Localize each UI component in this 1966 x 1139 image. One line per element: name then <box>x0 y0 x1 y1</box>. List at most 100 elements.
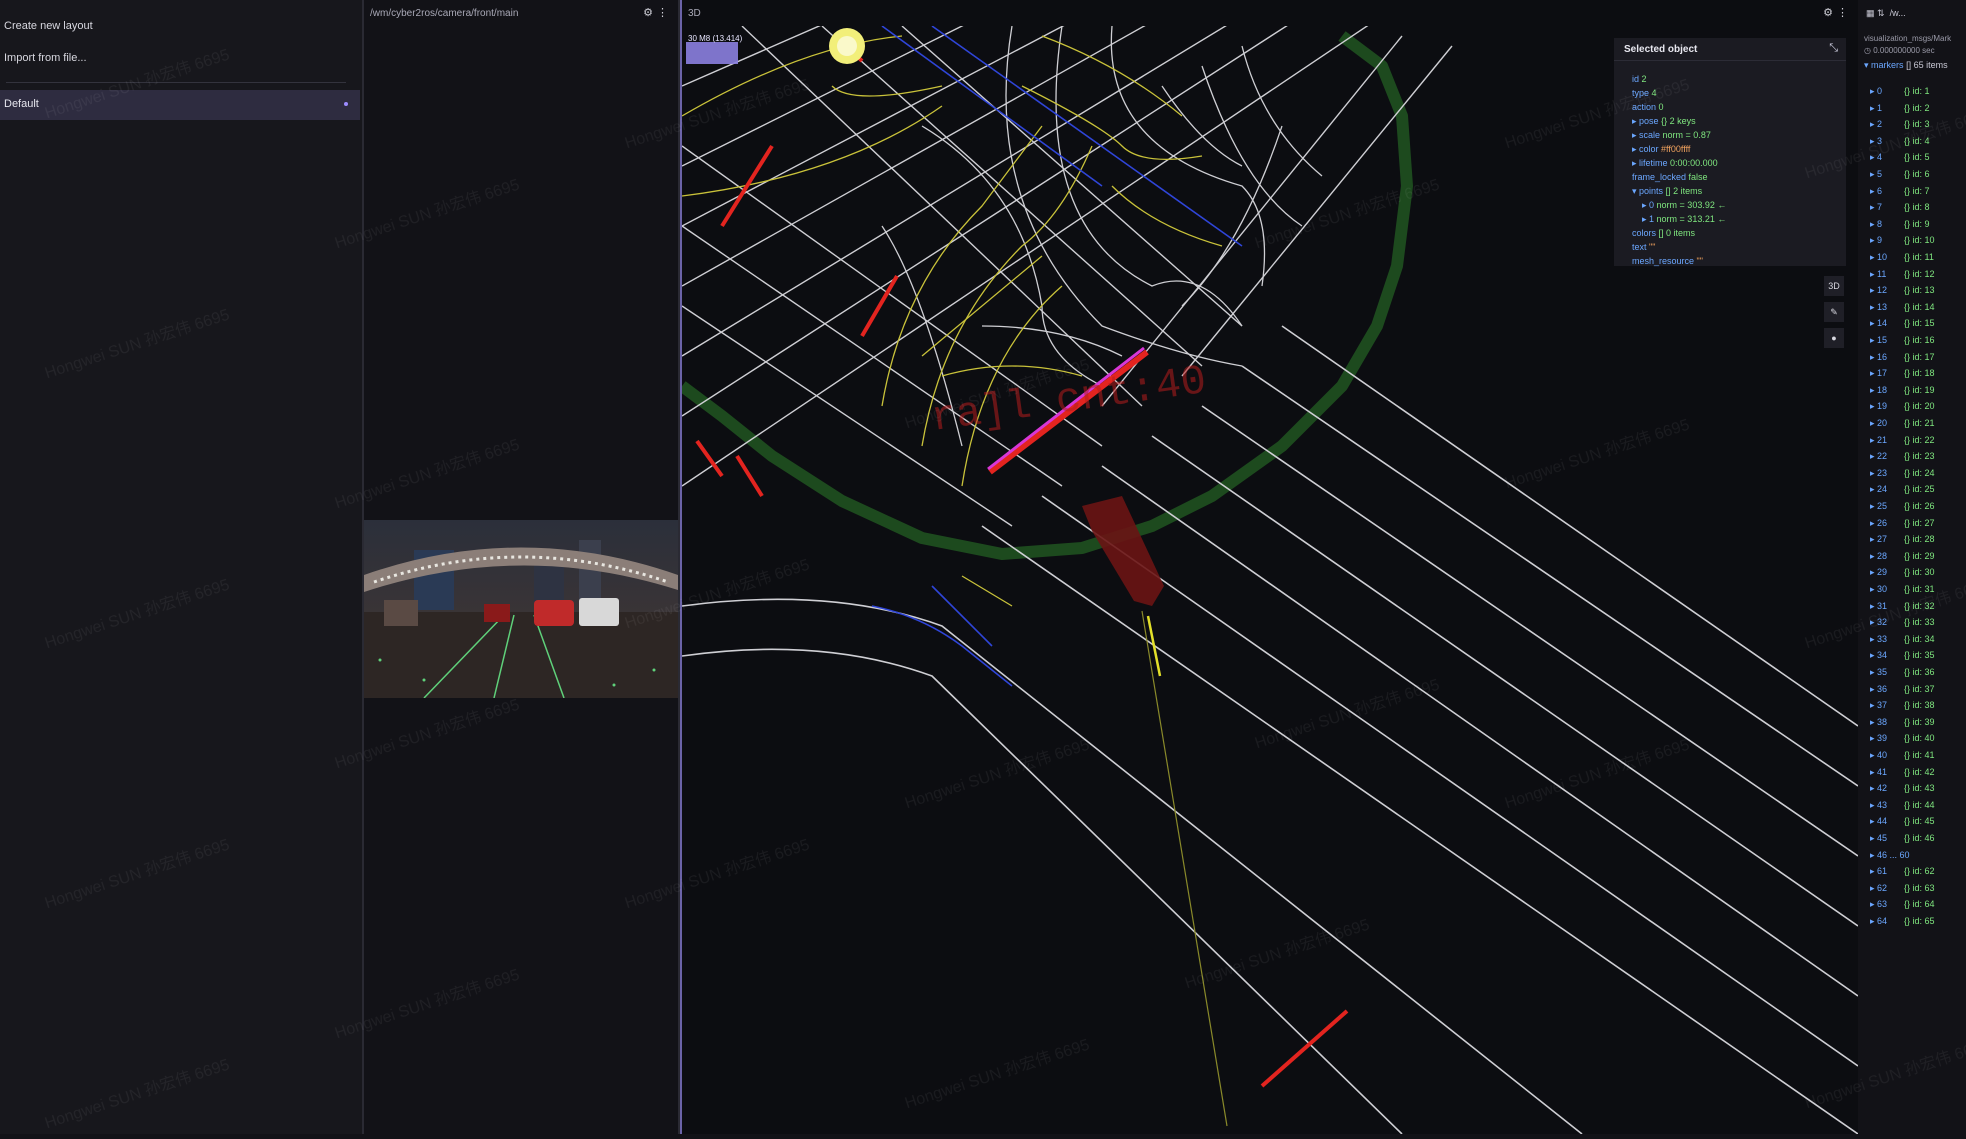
marker-value: {} id: 39 <box>1904 716 1935 727</box>
marker-row[interactable]: ▸ 11 {} id: 12 <box>1870 269 1935 280</box>
marker-index: ▸ 63 <box>1870 899 1888 910</box>
marker-row[interactable]: ▸ 37 {} id: 38 <box>1870 700 1935 711</box>
layouts-panel: Create new layout Import from file... De… <box>0 0 364 1134</box>
more-vertical-icon[interactable]: ⋮ <box>657 7 672 19</box>
marker-row[interactable]: ▸ 12 {} id: 13 <box>1870 285 1935 296</box>
marker-row[interactable]: ▸ 27 {} id: 28 <box>1870 534 1935 545</box>
create-layout-button[interactable]: Create new layout <box>4 20 93 32</box>
marker-row[interactable]: ▸ 16 {} id: 17 <box>1870 352 1935 363</box>
selected-field-row[interactable]: action 0 <box>1632 102 1664 112</box>
marker-row[interactable]: ▸ 25 {} id: 26 <box>1870 501 1935 512</box>
marker-row[interactable]: ▸ 62 {} id: 63 <box>1870 883 1935 894</box>
marker-row[interactable]: ▸ 7 {} id: 8 <box>1870 202 1930 213</box>
marker-row[interactable]: ▸ 13 {} id: 14 <box>1870 302 1935 313</box>
marker-row[interactable]: ▸ 63 {} id: 64 <box>1870 899 1935 910</box>
camera-topic[interactable]: /wm/cyber2ros/camera/front/main <box>370 8 518 19</box>
marker-row[interactable]: ▸ 5 {} id: 6 <box>1870 169 1930 180</box>
marker-row[interactable]: ▸ 38 {} id: 39 <box>1870 717 1935 728</box>
import-layout-button[interactable]: Import from file... <box>4 52 87 64</box>
marker-index: ▸ 2 <box>1870 119 1883 130</box>
ruler-icon[interactable]: ✎ <box>1824 302 1844 322</box>
layout-icon[interactable]: ▦ <box>1866 8 1875 18</box>
message-type: visualization_msgs/Mark <box>1864 34 1952 43</box>
marker-value: {} id: 9 <box>1904 218 1930 229</box>
marker-row[interactable]: ▸ 24 {} id: 25 <box>1870 484 1935 495</box>
selected-field-row[interactable]: ▸ color #ff00ffff <box>1632 144 1690 155</box>
selected-field-row[interactable]: id 2 <box>1632 74 1647 84</box>
marker-row[interactable]: ▸ 6 {} id: 7 <box>1870 186 1930 197</box>
gear-icon[interactable]: ⚙ <box>1823 7 1837 19</box>
markers-row[interactable]: ▾ markers [] 65 items <box>1864 60 1948 71</box>
marker-row[interactable]: ▸ 8 {} id: 9 <box>1870 219 1930 230</box>
marker-row[interactable]: ▸ 4 {} id: 5 <box>1870 152 1930 163</box>
marker-row[interactable]: ▸ 30 {} id: 31 <box>1870 584 1935 595</box>
gear-icon[interactable]: ⚙ <box>643 7 657 19</box>
marker-row[interactable]: ▸ 34 {} id: 35 <box>1870 650 1935 661</box>
marker-row[interactable]: ▸ 22 {} id: 23 <box>1870 451 1935 462</box>
more-vertical-icon[interactable]: ⋮ <box>1837 7 1852 19</box>
marker-value: {} id: 8 <box>1904 202 1930 213</box>
field-value: norm = 313.21 ← <box>1656 214 1727 224</box>
marker-row[interactable]: ▸ 31 {} id: 32 <box>1870 601 1935 612</box>
marker-row[interactable]: ▸ 19 {} id: 20 <box>1870 401 1935 412</box>
point-icon[interactable]: ● <box>1824 328 1844 348</box>
marker-row[interactable]: ▸ 35 {} id: 36 <box>1870 667 1935 678</box>
selected-field-row[interactable]: ▾ points [] 2 items <box>1632 186 1702 197</box>
selected-field-row[interactable]: ▸ 0 norm = 303.92 ← <box>1642 200 1726 211</box>
marker-row[interactable]: ▸ 61 {} id: 62 <box>1870 866 1935 877</box>
selected-field-row[interactable]: colors [] 0 items <box>1632 228 1695 238</box>
marker-row[interactable]: ▸ 9 {} id: 10 <box>1870 235 1935 246</box>
selected-field-row[interactable]: text "" <box>1632 242 1655 252</box>
selected-field-row[interactable]: mesh_resource "" <box>1632 256 1703 266</box>
marker-index: ▸ 0 <box>1870 86 1883 96</box>
marker-row[interactable]: ▸ 42 {} id: 43 <box>1870 783 1935 794</box>
collapse-icon[interactable]: ⤡ <box>1829 42 1838 55</box>
marker-row[interactable]: ▸ 46 ... 60 <box>1870 850 1910 861</box>
marker-index: ▸ 31 <box>1870 600 1888 611</box>
marker-row[interactable]: ▸ 3 {} id: 4 <box>1870 136 1930 147</box>
selected-field-row[interactable]: ▸ lifetime 0:00:00.000 <box>1632 158 1718 169</box>
marker-row[interactable]: ▸ 10 {} id: 11 <box>1870 252 1934 263</box>
marker-row[interactable]: ▸ 39 {} id: 40 <box>1870 733 1935 744</box>
marker-index: ▸ 62 <box>1870 882 1888 893</box>
marker-row[interactable]: ▸ 45 {} id: 46 <box>1870 833 1935 844</box>
marker-row[interactable]: ▸ 36 {} id: 37 <box>1870 684 1935 695</box>
marker-row[interactable]: ▸ 40 {} id: 41 <box>1870 750 1935 761</box>
marker-row[interactable]: ▸ 2 {} id: 3 <box>1870 119 1930 130</box>
marker-row[interactable]: ▸ 1 {} id: 2 <box>1870 103 1930 114</box>
marker-row[interactable]: ▸ 43 {} id: 44 <box>1870 800 1935 811</box>
marker-row[interactable]: ▸ 32 {} id: 33 <box>1870 617 1935 628</box>
field-key: ▸ pose <box>1632 116 1659 126</box>
marker-value: {} id: 22 <box>1904 434 1935 445</box>
selected-field-row[interactable]: ▸ 1 norm = 313.21 ← <box>1642 214 1726 225</box>
marker-row[interactable]: ▸ 20 {} id: 21 <box>1870 418 1935 429</box>
selected-field-row[interactable]: ▸ pose {} 2 keys <box>1632 116 1696 127</box>
marker-row[interactable]: ▸ 29 {} id: 30 <box>1870 567 1935 578</box>
selected-field-row[interactable]: frame_locked false <box>1632 172 1708 182</box>
marker-index: ▸ 44 <box>1870 816 1888 827</box>
marker-row[interactable]: ▸ 28 {} id: 29 <box>1870 551 1935 562</box>
marker-row[interactable]: ▸ 17 {} id: 18 <box>1870 368 1935 379</box>
marker-row[interactable]: ▸ 18 {} id: 19 <box>1870 385 1935 396</box>
marker-row[interactable]: ▸ 23 {} id: 24 <box>1870 468 1935 479</box>
3d-toggle-button[interactable]: 3D <box>1824 276 1844 296</box>
marker-row[interactable]: ▸ 14 {} id: 15 <box>1870 318 1935 329</box>
marker-row[interactable]: ▸ 21 {} id: 22 <box>1870 435 1935 446</box>
marker-row[interactable]: ▸ 44 {} id: 45 <box>1870 816 1935 827</box>
raw-panel-title[interactable]: ▦ ⇅ /w... <box>1866 8 1906 19</box>
marker-row[interactable]: ▸ 41 {} id: 42 <box>1870 767 1935 778</box>
sort-icon[interactable]: ⇅ <box>1877 8 1885 18</box>
marker-row[interactable]: ▸ 33 {} id: 34 <box>1870 634 1935 645</box>
selected-field-row[interactable]: type 4 <box>1632 88 1657 98</box>
marker-row[interactable]: ▸ 26 {} id: 27 <box>1870 518 1935 529</box>
layout-item-default[interactable]: Default <box>0 90 360 120</box>
selected-object-title: Selected object <box>1624 44 1698 55</box>
selected-field-row[interactable]: ▸ scale norm = 0.87 <box>1632 130 1711 141</box>
marker-index: ▸ 37 <box>1870 700 1888 711</box>
marker-row[interactable]: ▸ 64 {} id: 65 <box>1870 916 1935 927</box>
marker-value: {} id: 4 <box>1904 135 1930 146</box>
marker-row[interactable]: ▸ 0 {} id: 1 <box>1870 86 1930 97</box>
marker-row[interactable]: ▸ 15 {} id: 16 <box>1870 335 1935 346</box>
marker-index: ▸ 35 <box>1870 667 1888 677</box>
field-key: colors <box>1632 228 1657 238</box>
